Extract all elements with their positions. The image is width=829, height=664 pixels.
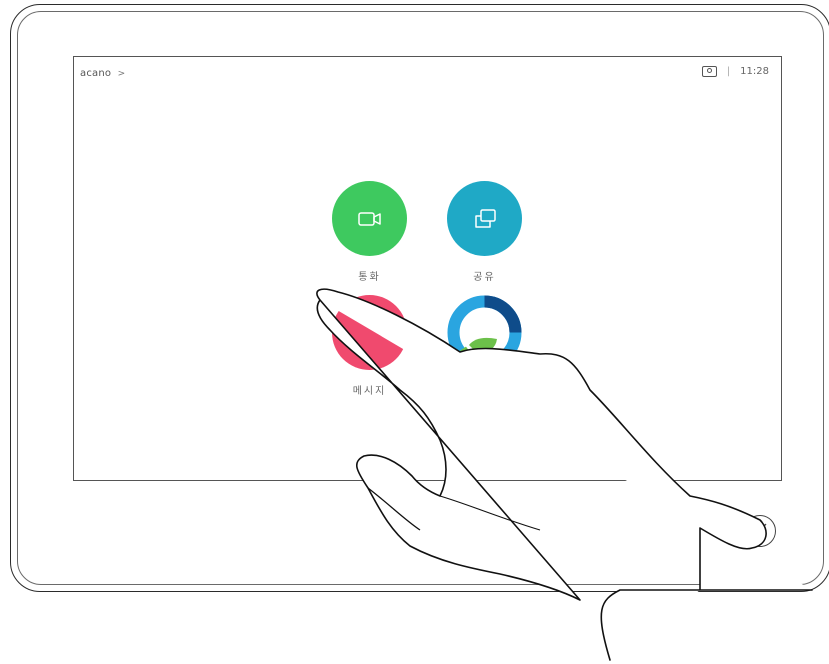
messaging-label: 메시지 [352, 386, 387, 397]
chevron-right-icon: > [117, 69, 126, 79]
share-screen-icon [474, 208, 496, 228]
touch-screen: acano > | 11:28 통화 공유 메시지 [73, 56, 782, 481]
mute-button[interactable] [744, 515, 776, 547]
app-share[interactable]: 공유 [447, 181, 522, 283]
webex-logo-icon [447, 295, 522, 370]
selfview-icon[interactable] [701, 66, 717, 77]
app-call[interactable]: 통화 [332, 181, 407, 283]
share-button[interactable] [447, 181, 522, 256]
call-label: 통화 [358, 272, 381, 283]
messaging-button[interactable] [332, 295, 407, 370]
webex-button[interactable] [447, 295, 522, 370]
microphone-muted-icon [753, 523, 767, 539]
device-frame: acano > | 11:28 통화 공유 메시지 [0, 0, 829, 664]
video-camera-icon [357, 211, 381, 226]
status-bar: | 11:28 [701, 66, 769, 77]
clock-time: 11:28 [740, 66, 769, 77]
brand-breadcrumb[interactable]: acano > [80, 68, 125, 79]
call-button[interactable] [332, 181, 407, 256]
app-messaging[interactable]: 메시지 [332, 295, 407, 397]
status-separator: | [726, 66, 731, 77]
app-webex[interactable] [447, 295, 522, 382]
share-label: 공유 [473, 272, 496, 283]
brand-name: acano [80, 68, 112, 79]
